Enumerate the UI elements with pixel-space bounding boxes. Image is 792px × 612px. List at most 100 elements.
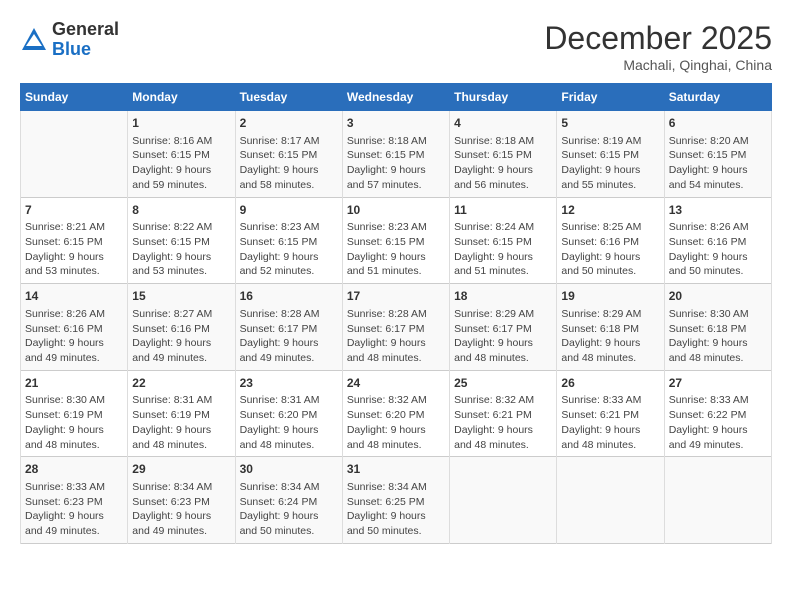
cell-content: Sunrise: 8:29 AM Sunset: 6:17 PM Dayligh… (454, 307, 552, 366)
calendar-cell: 21Sunrise: 8:30 AM Sunset: 6:19 PM Dayli… (21, 370, 128, 457)
cell-content: Sunrise: 8:33 AM Sunset: 6:21 PM Dayligh… (561, 393, 659, 452)
cell-content: Sunrise: 8:31 AM Sunset: 6:20 PM Dayligh… (240, 393, 338, 452)
cell-content: Sunrise: 8:28 AM Sunset: 6:17 PM Dayligh… (347, 307, 445, 366)
cell-content: Sunrise: 8:32 AM Sunset: 6:20 PM Dayligh… (347, 393, 445, 452)
calendar-cell (21, 111, 128, 198)
calendar-cell: 22Sunrise: 8:31 AM Sunset: 6:19 PM Dayli… (128, 370, 235, 457)
cell-content: Sunrise: 8:33 AM Sunset: 6:23 PM Dayligh… (25, 480, 123, 539)
cell-content: Sunrise: 8:22 AM Sunset: 6:15 PM Dayligh… (132, 220, 230, 279)
calendar-cell: 17 Sunrise: 8:28 AM Sunset: 6:17 PM Dayli… (342, 284, 449, 371)
day-number: 1 (132, 115, 230, 132)
day-number: 8 (132, 202, 230, 219)
calendar-cell: 19Sunrise: 8:29 AM Sunset: 6:18 PM Dayli… (557, 284, 664, 371)
calendar-week-row: 14 Sunrise: 8:26 AM Sunset: 6:16 PM Dayli… (21, 284, 772, 371)
calendar-cell: 26Sunrise: 8:33 AM Sunset: 6:21 PM Dayli… (557, 370, 664, 457)
cell-content: Sunrise: 8:25 AM Sunset: 6:16 PM Dayligh… (561, 220, 659, 279)
logo-general: General (52, 20, 119, 40)
day-number: 3 (347, 115, 445, 132)
calendar-cell: 13Sunrise: 8:26 AM Sunset: 6:16 PM Dayli… (664, 197, 771, 284)
calendar-cell (557, 457, 664, 544)
cell-content: Sunrise: 8:24 AM Sunset: 6:15 PM Dayligh… (454, 220, 552, 279)
cell-content: Sunrise: 8:16 AM Sunset: 6:15 PM Dayligh… (132, 134, 230, 193)
logo: General Blue (20, 20, 119, 60)
cell-content: Sunrise: 8:32 AM Sunset: 6:21 PM Dayligh… (454, 393, 552, 452)
col-header-monday: Monday (128, 84, 235, 111)
col-header-saturday: Saturday (664, 84, 771, 111)
day-number: 15 (132, 288, 230, 305)
cell-content: Sunrise: 8:33 AM Sunset: 6:22 PM Dayligh… (669, 393, 767, 452)
day-number: 11 (454, 202, 552, 219)
day-number: 29 (132, 461, 230, 478)
calendar-cell: 20 Sunrise: 8:30 AM Sunset: 6:18 PM Dayli… (664, 284, 771, 371)
calendar-cell: 8Sunrise: 8:22 AM Sunset: 6:15 PM Daylig… (128, 197, 235, 284)
calendar-cell: 9Sunrise: 8:23 AM Sunset: 6:15 PM Daylig… (235, 197, 342, 284)
calendar-cell: 3 Sunrise: 8:18 AM Sunset: 6:15 PM Daylig… (342, 111, 449, 198)
day-number: 31 (347, 461, 445, 478)
logo-blue: Blue (52, 40, 119, 60)
calendar-cell: 16Sunrise: 8:28 AM Sunset: 6:17 PM Dayli… (235, 284, 342, 371)
calendar-cell: 2Sunrise: 8:17 AM Sunset: 6:15 PM Daylig… (235, 111, 342, 198)
cell-content: Sunrise: 8:34 AM Sunset: 6:24 PM Dayligh… (240, 480, 338, 539)
col-header-tuesday: Tuesday (235, 84, 342, 111)
cell-content: Sunrise: 8:34 AM Sunset: 6:25 PM Dayligh… (347, 480, 445, 539)
calendar-week-row: 1 Sunrise: 8:16 AM Sunset: 6:15 PM Daylig… (21, 111, 772, 198)
day-number: 5 (561, 115, 659, 132)
cell-content: Sunrise: 8:31 AM Sunset: 6:19 PM Dayligh… (132, 393, 230, 452)
day-number: 22 (132, 375, 230, 392)
day-number: 28 (25, 461, 123, 478)
cell-content: Sunrise: 8:27 AM Sunset: 6:16 PM Dayligh… (132, 307, 230, 366)
calendar-cell: 18 Sunrise: 8:29 AM Sunset: 6:17 PM Dayli… (450, 284, 557, 371)
calendar-cell: 27Sunrise: 8:33 AM Sunset: 6:22 PM Dayli… (664, 370, 771, 457)
calendar-cell: 14 Sunrise: 8:26 AM Sunset: 6:16 PM Dayli… (21, 284, 128, 371)
month-title: December 2025 (544, 20, 772, 57)
cell-content: Sunrise: 8:23 AM Sunset: 6:15 PM Dayligh… (347, 220, 445, 279)
day-number: 17 (347, 288, 445, 305)
col-header-friday: Friday (557, 84, 664, 111)
day-number: 10 (347, 202, 445, 219)
day-number: 4 (454, 115, 552, 132)
cell-content: Sunrise: 8:20 AM Sunset: 6:15 PM Dayligh… (669, 134, 767, 193)
cell-content: Sunrise: 8:23 AM Sunset: 6:15 PM Dayligh… (240, 220, 338, 279)
cell-content: Sunrise: 8:17 AM Sunset: 6:15 PM Dayligh… (240, 134, 338, 193)
day-number: 14 (25, 288, 123, 305)
day-number: 9 (240, 202, 338, 219)
calendar-cell: 1 Sunrise: 8:16 AM Sunset: 6:15 PM Daylig… (128, 111, 235, 198)
day-number: 18 (454, 288, 552, 305)
calendar-cell (664, 457, 771, 544)
calendar-header-row: SundayMondayTuesdayWednesdayThursdayFrid… (21, 84, 772, 111)
calendar-cell: 12Sunrise: 8:25 AM Sunset: 6:16 PM Dayli… (557, 197, 664, 284)
calendar-week-row: 28 Sunrise: 8:33 AM Sunset: 6:23 PM Dayli… (21, 457, 772, 544)
cell-content: Sunrise: 8:26 AM Sunset: 6:16 PM Dayligh… (669, 220, 767, 279)
day-number: 20 (669, 288, 767, 305)
calendar-table: SundayMondayTuesdayWednesdayThursdayFrid… (20, 83, 772, 544)
day-number: 19 (561, 288, 659, 305)
cell-content: Sunrise: 8:26 AM Sunset: 6:16 PM Dayligh… (25, 307, 123, 366)
cell-content: Sunrise: 8:30 AM Sunset: 6:19 PM Dayligh… (25, 393, 123, 452)
calendar-cell: 10Sunrise: 8:23 AM Sunset: 6:15 PM Dayli… (342, 197, 449, 284)
cell-content: Sunrise: 8:30 AM Sunset: 6:18 PM Dayligh… (669, 307, 767, 366)
cell-content: Sunrise: 8:19 AM Sunset: 6:15 PM Dayligh… (561, 134, 659, 193)
calendar-cell: 6Sunrise: 8:20 AM Sunset: 6:15 PM Daylig… (664, 111, 771, 198)
logo-icon (20, 26, 48, 54)
calendar-cell: 31 Sunrise: 8:34 AM Sunset: 6:25 PM Dayli… (342, 457, 449, 544)
cell-content: Sunrise: 8:21 AM Sunset: 6:15 PM Dayligh… (25, 220, 123, 279)
calendar-cell: 24Sunrise: 8:32 AM Sunset: 6:20 PM Dayli… (342, 370, 449, 457)
page-header: General Blue December 2025 Machali, Qing… (20, 20, 772, 73)
calendar-cell: 29 Sunrise: 8:34 AM Sunset: 6:23 PM Dayli… (128, 457, 235, 544)
cell-content: Sunrise: 8:34 AM Sunset: 6:23 PM Dayligh… (132, 480, 230, 539)
calendar-cell: 28 Sunrise: 8:33 AM Sunset: 6:23 PM Dayli… (21, 457, 128, 544)
day-number: 13 (669, 202, 767, 219)
cell-content: Sunrise: 8:28 AM Sunset: 6:17 PM Dayligh… (240, 307, 338, 366)
day-number: 12 (561, 202, 659, 219)
day-number: 30 (240, 461, 338, 478)
day-number: 21 (25, 375, 123, 392)
cell-content: Sunrise: 8:18 AM Sunset: 6:15 PM Dayligh… (347, 134, 445, 193)
calendar-cell: 5 Sunrise: 8:19 AM Sunset: 6:15 PM Daylig… (557, 111, 664, 198)
location-subtitle: Machali, Qinghai, China (544, 57, 772, 73)
calendar-cell: 7Sunrise: 8:21 AM Sunset: 6:15 PM Daylig… (21, 197, 128, 284)
calendar-week-row: 21Sunrise: 8:30 AM Sunset: 6:19 PM Dayli… (21, 370, 772, 457)
day-number: 24 (347, 375, 445, 392)
day-number: 27 (669, 375, 767, 392)
col-header-wednesday: Wednesday (342, 84, 449, 111)
calendar-cell: 11Sunrise: 8:24 AM Sunset: 6:15 PM Dayli… (450, 197, 557, 284)
